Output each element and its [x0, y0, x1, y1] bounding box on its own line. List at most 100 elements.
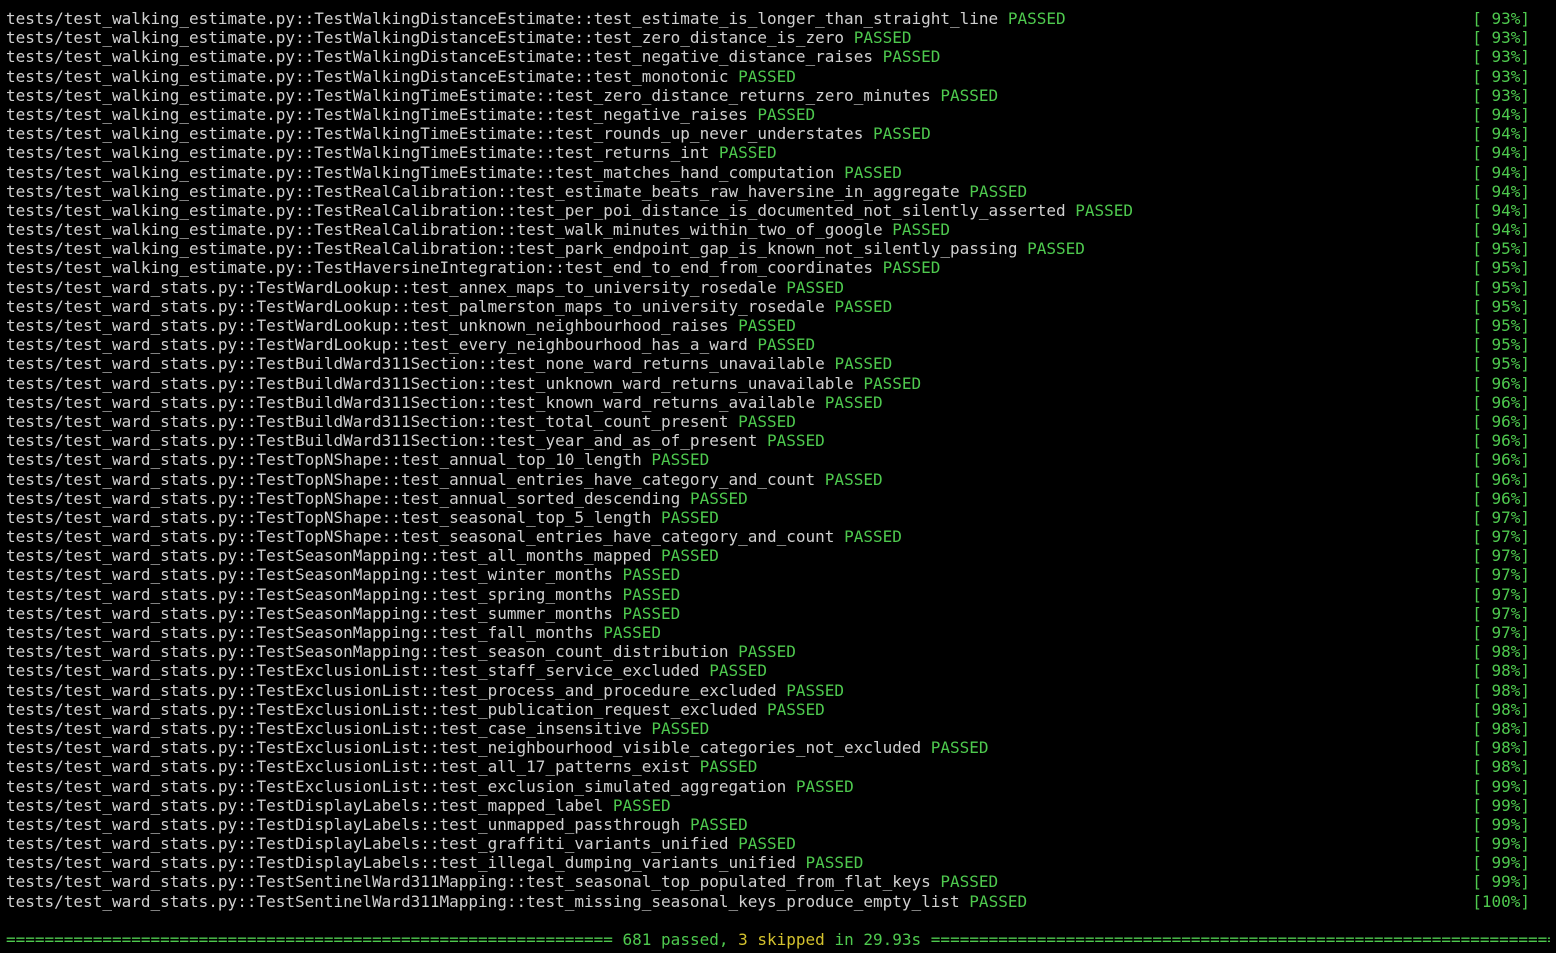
progress-percent: [ 94%]	[1472, 162, 1530, 182]
test-status: PASSED	[738, 411, 796, 431]
progress-percent: [ 99%]	[1472, 872, 1530, 892]
test-status: PASSED	[863, 373, 922, 393]
test-status: PASSED	[882, 47, 941, 67]
test-node-id: tests/test_ward_stats.py::TestExclusionL…	[6, 757, 690, 777]
test-status: PASSED	[969, 181, 1028, 201]
test-result-line: tests/test_ward_stats.py::TestSentinelWa…	[6, 872, 1550, 891]
test-result-line: tests/test_ward_stats.py::TestSentinelWa…	[6, 892, 1550, 911]
test-result-line: tests/test_ward_stats.py::TestExclusionL…	[6, 661, 1550, 680]
test-result-line: tests/test_ward_stats.py::TestDisplayLab…	[6, 796, 1550, 815]
test-node-id: tests/test_ward_stats.py::TestExclusionL…	[6, 680, 777, 700]
progress-percent: [ 99%]	[1472, 834, 1530, 854]
test-node-id: tests/test_walking_estimate.py::TestWalk…	[6, 66, 729, 86]
progress-percent: [ 96%]	[1472, 469, 1530, 489]
test-node-id: tests/test_walking_estimate.py::TestWalk…	[6, 85, 931, 105]
progress-percent: [ 93%]	[1472, 66, 1530, 86]
test-status: PASSED	[930, 738, 989, 758]
test-node-id: tests/test_walking_estimate.py::TestWalk…	[6, 28, 845, 48]
test-status: PASSED	[844, 527, 902, 547]
test-result-line: tests/test_ward_stats.py::TestTopNShape:…	[6, 527, 1550, 546]
test-result-line: tests/test_walking_estimate.py::TestHave…	[6, 258, 1550, 277]
test-result-line: tests/test_ward_stats.py::TestSeasonMapp…	[6, 642, 1550, 661]
test-node-id: tests/test_ward_stats.py::TestWardLookup…	[6, 335, 748, 355]
test-status: PASSED	[757, 335, 816, 355]
test-result-line: tests/test_ward_stats.py::TestDisplayLab…	[6, 834, 1550, 853]
test-results-list: tests/test_walking_estimate.py::TestWalk…	[6, 9, 1550, 911]
test-result-line: tests/test_ward_stats.py::TestSeasonMapp…	[6, 565, 1550, 584]
summary-rule-right: ========================================…	[930, 930, 1550, 949]
test-node-id: tests/test_ward_stats.py::TestExclusionL…	[6, 718, 642, 738]
test-status: PASSED	[709, 661, 767, 681]
progress-percent: [ 94%]	[1472, 104, 1530, 124]
test-node-id: tests/test_ward_stats.py::TestSentinelWa…	[6, 891, 960, 911]
progress-percent: [ 94%]	[1472, 124, 1530, 144]
test-node-id: tests/test_walking_estimate.py::TestWalk…	[6, 47, 873, 67]
test-status: PASSED	[738, 316, 796, 335]
test-status: PASSED	[738, 834, 796, 854]
test-result-line: tests/test_ward_stats.py::TestSeasonMapp…	[6, 546, 1550, 565]
test-node-id: tests/test_ward_stats.py::TestTopNShape:…	[6, 469, 816, 489]
progress-percent: [ 99%]	[1472, 795, 1530, 815]
test-node-id: tests/test_ward_stats.py::TestSeasonMapp…	[6, 603, 613, 623]
progress-percent: [ 99%]	[1472, 776, 1530, 796]
test-status: PASSED	[767, 431, 825, 451]
test-status: PASSED	[661, 507, 719, 527]
test-node-id: tests/test_ward_stats.py::TestBuildWard3…	[6, 411, 729, 431]
progress-percent: [ 98%]	[1472, 718, 1530, 738]
summary-skipped-count: 3 skipped	[738, 930, 825, 949]
test-result-line: tests/test_ward_stats.py::TestWardLookup…	[6, 316, 1550, 335]
test-node-id: tests/test_ward_stats.py::TestSentinelWa…	[6, 872, 931, 892]
progress-percent: [ 97%]	[1472, 527, 1530, 547]
progress-percent: [ 98%]	[1472, 757, 1530, 777]
progress-percent: [ 97%]	[1472, 623, 1530, 642]
test-node-id: tests/test_ward_stats.py::TestBuildWard3…	[6, 392, 816, 412]
summary-rule-left: ========================================…	[6, 930, 613, 949]
test-node-id: tests/test_walking_estimate.py::TestWalk…	[6, 104, 748, 124]
test-result-line: tests/test_ward_stats.py::TestBuildWard3…	[6, 412, 1550, 431]
test-status: PASSED	[689, 814, 748, 834]
progress-percent: [100%]	[1472, 891, 1530, 911]
progress-percent: [ 93%]	[1472, 47, 1530, 67]
test-status: PASSED	[786, 277, 845, 297]
test-result-line: tests/test_ward_stats.py::TestBuildWard3…	[6, 393, 1550, 412]
test-node-id: tests/test_ward_stats.py::TestWardLookup…	[6, 277, 777, 297]
test-result-line: tests/test_walking_estimate.py::TestWalk…	[6, 9, 1550, 28]
progress-percent: [ 97%]	[1472, 546, 1530, 566]
test-node-id: tests/test_ward_stats.py::TestDisplayLab…	[6, 814, 681, 834]
test-result-line: tests/test_walking_estimate.py::TestWalk…	[6, 124, 1550, 143]
test-result-line: tests/test_walking_estimate.py::TestWalk…	[6, 163, 1550, 182]
test-status: PASSED	[622, 565, 681, 585]
test-node-id: tests/test_walking_estimate.py::TestWalk…	[6, 124, 864, 144]
progress-percent: [ 94%]	[1472, 181, 1530, 201]
test-result-line: tests/test_ward_stats.py::TestBuildWard3…	[6, 374, 1550, 393]
progress-percent: [ 94%]	[1472, 200, 1530, 220]
test-status: PASSED	[1007, 9, 1066, 28]
progress-percent: [ 98%]	[1472, 642, 1530, 662]
progress-percent: [ 97%]	[1472, 603, 1530, 623]
test-node-id: tests/test_walking_estimate.py::TestReal…	[6, 220, 883, 240]
progress-percent: [ 97%]	[1472, 507, 1530, 527]
test-status: PASSED	[795, 776, 854, 796]
progress-percent: [ 97%]	[1472, 565, 1530, 585]
test-status: PASSED	[892, 220, 951, 240]
test-node-id: tests/test_ward_stats.py::TestDisplayLab…	[6, 834, 729, 854]
test-status: PASSED	[622, 584, 681, 604]
test-result-line: tests/test_ward_stats.py::TestTopNShape:…	[6, 489, 1550, 508]
test-node-id: tests/test_ward_stats.py::TestTopNShape:…	[6, 450, 642, 470]
test-node-id: tests/test_ward_stats.py::TestSeasonMapp…	[6, 623, 594, 642]
progress-percent: [ 94%]	[1472, 143, 1530, 163]
test-result-line: tests/test_walking_estimate.py::TestWalk…	[6, 28, 1550, 47]
test-result-line: tests/test_ward_stats.py::TestBuildWard3…	[6, 354, 1550, 373]
terminal-window[interactable]: tests/test_walking_estimate.py::TestWalk…	[0, 0, 1556, 953]
test-status: PASSED	[738, 642, 796, 662]
test-node-id: tests/test_walking_estimate.py::TestHave…	[6, 258, 873, 278]
test-node-id: tests/test_ward_stats.py::TestWardLookup…	[6, 316, 729, 335]
test-status: PASSED	[738, 66, 796, 86]
test-status: PASSED	[824, 469, 883, 489]
test-result-line: tests/test_ward_stats.py::TestSeasonMapp…	[6, 585, 1550, 604]
test-node-id: tests/test_ward_stats.py::TestDisplayLab…	[6, 795, 604, 815]
test-result-line: tests/test_ward_stats.py::TestExclusionL…	[6, 719, 1550, 738]
test-node-id: tests/test_ward_stats.py::TestExclusionL…	[6, 776, 787, 796]
progress-percent: [ 95%]	[1472, 335, 1530, 355]
